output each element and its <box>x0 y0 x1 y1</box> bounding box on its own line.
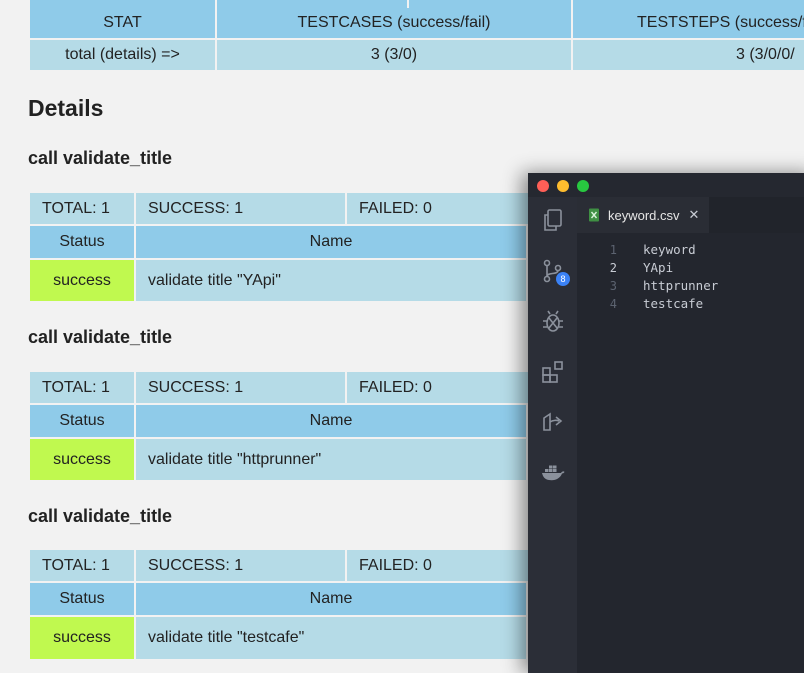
line-number: 3 <box>609 279 617 293</box>
line-number: 4 <box>609 297 617 311</box>
docker-icon[interactable] <box>540 459 566 485</box>
summary-top-cell <box>573 0 804 8</box>
source-control-badge: 8 <box>556 272 570 286</box>
name-header: Name <box>136 226 526 258</box>
tab-label: keyword.csv <box>608 207 680 223</box>
test-name: validate title "YApi" <box>136 260 526 301</box>
close-icon[interactable]: ✕ <box>689 207 700 223</box>
maximize-window-button[interactable] <box>577 180 589 192</box>
status-badge: success <box>30 439 134 480</box>
details-heading: Details <box>28 95 104 121</box>
summary-total-link[interactable]: total (details) => <box>30 40 215 70</box>
total-count: TOTAL: 1 <box>30 550 134 581</box>
extensions-icon[interactable] <box>540 359 566 385</box>
live-share-icon[interactable] <box>540 409 566 435</box>
status-header: Status <box>30 583 134 615</box>
status-badge: success <box>30 260 134 301</box>
success-count: SUCCESS: 1 <box>136 193 345 224</box>
success-count: SUCCESS: 1 <box>136 372 345 403</box>
code-line: keyword <box>643 242 696 257</box>
code-editor-window: 8 keyword.csv ✕ 1 2 3 4 keyword YApi htt… <box>528 173 804 673</box>
name-header: Name <box>136 583 526 615</box>
editor-tab-bar: keyword.csv ✕ <box>577 197 804 233</box>
total-count: TOTAL: 1 <box>30 193 134 224</box>
summary-teststeps-value: 3 (3/0/0/ <box>573 40 804 70</box>
source-control-icon[interactable]: 8 <box>540 258 570 286</box>
explorer-icon[interactable] <box>540 207 566 233</box>
code-line: testcafe <box>643 296 704 311</box>
line-number-gutter: 1 2 3 4 <box>577 233 617 673</box>
summary-top-cell <box>30 0 215 8</box>
total-count: TOTAL: 1 <box>30 372 134 403</box>
summary-header-testcases: TESTCASES (success/fail) <box>217 8 571 38</box>
close-window-button[interactable] <box>537 180 549 192</box>
name-header: Name <box>136 405 526 437</box>
summary-header-teststeps: TESTSTEPS (success/fail/ <box>573 8 804 38</box>
success-count: SUCCESS: 1 <box>136 550 345 581</box>
status-badge: success <box>30 617 134 659</box>
summary-top-cell <box>217 0 407 8</box>
failed-count: FAILED: 0 <box>347 193 528 224</box>
line-number: 1 <box>609 243 617 257</box>
code-line: httprunner <box>643 278 719 293</box>
window-titlebar <box>528 173 804 197</box>
status-header: Status <box>30 405 134 437</box>
test-name: validate title "httprunner" <box>136 439 526 480</box>
minimize-window-button[interactable] <box>557 180 569 192</box>
section-title: call validate_title <box>28 506 173 526</box>
failed-count: FAILED: 0 <box>347 372 528 403</box>
csv-file-icon <box>588 208 600 222</box>
failed-count: FAILED: 0 <box>347 550 528 581</box>
tab-keyword-csv[interactable]: keyword.csv ✕ <box>577 197 709 233</box>
summary-testcases-value: 3 (3/0) <box>217 40 571 70</box>
summary-header-stat: STAT <box>30 8 215 38</box>
activity-bar: 8 <box>528 197 577 673</box>
line-number: 2 <box>609 261 617 275</box>
test-name: validate title "testcafe" <box>136 617 526 659</box>
section-title: call validate_title <box>28 148 173 168</box>
section-title: call validate_title <box>28 327 173 347</box>
summary-top-cell <box>409 0 571 8</box>
debug-icon[interactable] <box>540 309 566 335</box>
code-line: YApi <box>643 260 674 275</box>
status-header: Status <box>30 226 134 258</box>
